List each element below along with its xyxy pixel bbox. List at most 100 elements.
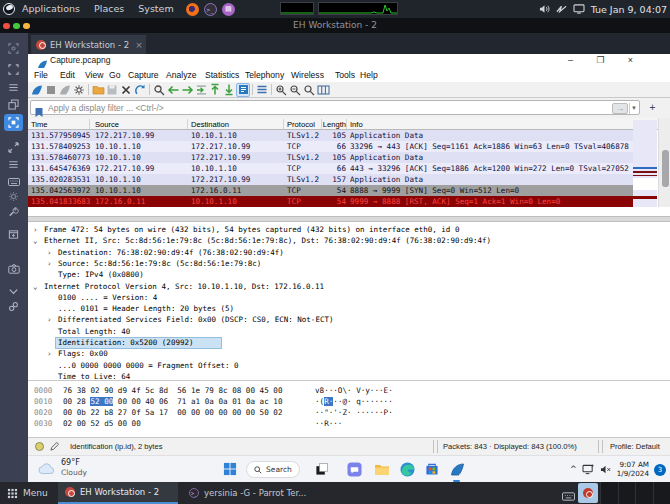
- column-info[interactable]: Info: [350, 120, 363, 129]
- network-icon[interactable]: [556, 4, 567, 14]
- hex-row[interactable]: 003002 00 52 d5 00 00··R···: [28, 418, 670, 429]
- wireshark-taskbar-icon[interactable]: [448, 460, 466, 478]
- display-filter-input[interactable]: Apply a display filter ... <Ctrl-/> → ▼: [30, 100, 640, 115]
- zoom-out-icon[interactable]: [288, 83, 302, 97]
- menu-go[interactable]: Go: [109, 68, 120, 82]
- next-packet-icon[interactable]: [180, 83, 194, 97]
- reload-icon[interactable]: [133, 83, 147, 97]
- first-packet-icon[interactable]: [208, 83, 222, 97]
- tray-expand-icon[interactable]: ^: [570, 465, 577, 474]
- packet-row[interactable]: 131.57840925310.10.1.10172.217.10.99TCP6…: [28, 141, 633, 152]
- close-button[interactable]: ×: [624, 54, 637, 67]
- packet-scrollbar[interactable]: [658, 118, 670, 207]
- store-icon[interactable]: [423, 460, 441, 478]
- menu-help[interactable]: Help: [360, 68, 378, 82]
- hex-row[interactable]: 000076 38 02 90 d9 4f 5c 8d 56 1e 79 8c …: [28, 385, 670, 396]
- detail-line[interactable]: 0100 .... = Version: 4: [28, 292, 670, 303]
- workspace-3[interactable]: [635, 482, 653, 504]
- expert-info-icon[interactable]: [35, 442, 44, 451]
- restart-capture-icon[interactable]: [58, 83, 72, 97]
- workspace-switcher[interactable]: [600, 482, 670, 504]
- expander-icon[interactable]: ⌄: [33, 281, 38, 292]
- hex-row[interactable]: 002000 0b 22 b8 27 0f 5a 17 00 00 00 00 …: [28, 407, 670, 418]
- detail-line[interactable]: .... 0101 = Header Length: 20 bytes (5): [28, 303, 670, 314]
- save-file-icon[interactable]: [105, 83, 119, 97]
- taskbar-search[interactable]: Search: [246, 461, 300, 478]
- workspace-2[interactable]: [618, 482, 636, 504]
- display-grab-icon[interactable]: [4, 114, 23, 131]
- detail-line[interactable]: ›Destination: 76:38:02:90:d9:4f (76:38:0…: [28, 247, 670, 258]
- notification-badge[interactable]: 3: [654, 464, 666, 476]
- tray-clock[interactable]: 9:07 AM 1/9/2024: [617, 461, 649, 478]
- keyboard-layout-icon[interactable]: [562, 487, 575, 504]
- taskbar-item-yersinia[interactable]: >_ yersinia -G - Parrot Ter...: [182, 482, 316, 504]
- packet-list-header[interactable]: TimeSourceDestinationProtocolLengthInfo: [28, 118, 670, 130]
- menu-view[interactable]: View: [85, 68, 103, 82]
- tray-volume-icon[interactable]: [600, 460, 612, 479]
- menu-telephony[interactable]: Telephony: [245, 68, 284, 82]
- detail-line[interactable]: ...0 0000 0000 0000 = Fragment Offset: 0: [28, 360, 670, 371]
- packet-minimap[interactable]: [633, 120, 657, 207]
- menu-button[interactable]: Menu: [4, 482, 51, 504]
- filter-dropdown-caret[interactable]: ▼: [629, 103, 638, 114]
- filter-add-button[interactable]: +: [646, 101, 659, 114]
- column-time[interactable]: Time: [31, 120, 48, 129]
- expander-icon[interactable]: ›: [47, 314, 52, 325]
- column-separator[interactable]: [321, 119, 322, 129]
- new-window-icon[interactable]: [8, 225, 19, 244]
- column-separator[interactable]: [346, 119, 347, 129]
- stop-capture-icon[interactable]: [44, 83, 58, 97]
- column-destination[interactable]: Destination: [191, 120, 229, 129]
- detail-line[interactable]: Type: IPv4 (0x0800): [28, 269, 670, 280]
- tray-network-icon[interactable]: [582, 460, 595, 479]
- start-button[interactable]: [221, 460, 239, 478]
- chat-icon[interactable]: [345, 460, 363, 478]
- clock[interactable]: Tue Jan 9, 04:07: [591, 4, 667, 15]
- top-menu-applications[interactable]: Applications: [15, 0, 87, 18]
- expander-icon[interactable]: ⌄: [33, 235, 38, 246]
- tab-close-icon[interactable]: ×: [135, 40, 143, 50]
- status-profile[interactable]: Profile: Default: [610, 442, 660, 451]
- detail-line[interactable]: ›Differentiated Services Field: 0x00 (DS…: [28, 314, 670, 325]
- display-icon[interactable]: [573, 4, 585, 14]
- colorize-icon[interactable]: [255, 83, 269, 97]
- menu-analyze[interactable]: Analyze: [166, 68, 197, 82]
- windows-icon[interactable]: [8, 95, 19, 114]
- expander-icon[interactable]: ›: [47, 258, 52, 269]
- detail-line[interactable]: ⌄Internet Protocol Version 4, Src: 10.10…: [28, 281, 670, 292]
- last-packet-icon[interactable]: [222, 83, 236, 97]
- packet-row[interactable]: 135.02028353110.10.1.10172.217.10.99TLSv…: [28, 174, 633, 185]
- packet-row[interactable]: 131.577950945172.217.10.9910.10.1.10TLSv…: [28, 130, 633, 141]
- detail-line[interactable]: ⌄Ethernet II, Src: 5c:8d:56:1e:79:8c (5c…: [28, 235, 670, 246]
- menu-wireless[interactable]: Wireless: [291, 68, 324, 82]
- workspace-1[interactable]: [600, 482, 618, 504]
- menu-tools[interactable]: Tools: [335, 68, 355, 82]
- previous-packet-icon[interactable]: [166, 83, 180, 97]
- detail-line[interactable]: ›Frame 472: 54 bytes on wire (432 bits),…: [28, 224, 670, 235]
- volume-icon[interactable]: [539, 4, 550, 14]
- scrollbar-handle[interactable]: [662, 150, 669, 187]
- capture-options-icon[interactable]: [72, 83, 86, 97]
- weather-widget[interactable]: 69°FCloudy: [38, 458, 87, 477]
- menu-edit[interactable]: Edit: [60, 68, 75, 82]
- maximize-button[interactable]: ❐: [594, 54, 607, 67]
- column-separator[interactable]: [283, 119, 284, 129]
- zoom-reset-icon[interactable]: [302, 83, 316, 97]
- detail-line[interactable]: Identification: 0x5200 (20992): [28, 337, 670, 348]
- menu-file[interactable]: File: [34, 68, 48, 82]
- cpu-graph[interactable]: [280, 2, 314, 15]
- detail-line[interactable]: ›Flags: 0x00: [28, 348, 670, 359]
- expander-icon[interactable]: ›: [47, 348, 52, 359]
- taskbar-item-eh-workstation[interactable]: EH Workstation - 2: [58, 482, 178, 504]
- workspace-4[interactable]: [653, 482, 670, 504]
- expander-icon[interactable]: ›: [33, 224, 38, 235]
- edge-icon[interactable]: [398, 460, 416, 478]
- network-graph[interactable]: [318, 2, 398, 15]
- packet-row[interactable]: 135.04256397210.10.1.10172.16.0.11TCP548…: [28, 185, 633, 196]
- minimize-button[interactable]: –: [564, 54, 577, 67]
- tab-eh-workstation[interactable]: EH Workstation - 2 ×: [31, 35, 146, 54]
- filter-apply-button[interactable]: →: [612, 103, 628, 114]
- wrench-icon[interactable]: [8, 202, 19, 221]
- fullscreen-icon[interactable]: [8, 60, 19, 79]
- packet-row[interactable]: 131.645476369172.217.10.9910.10.1.10TCP6…: [28, 163, 633, 174]
